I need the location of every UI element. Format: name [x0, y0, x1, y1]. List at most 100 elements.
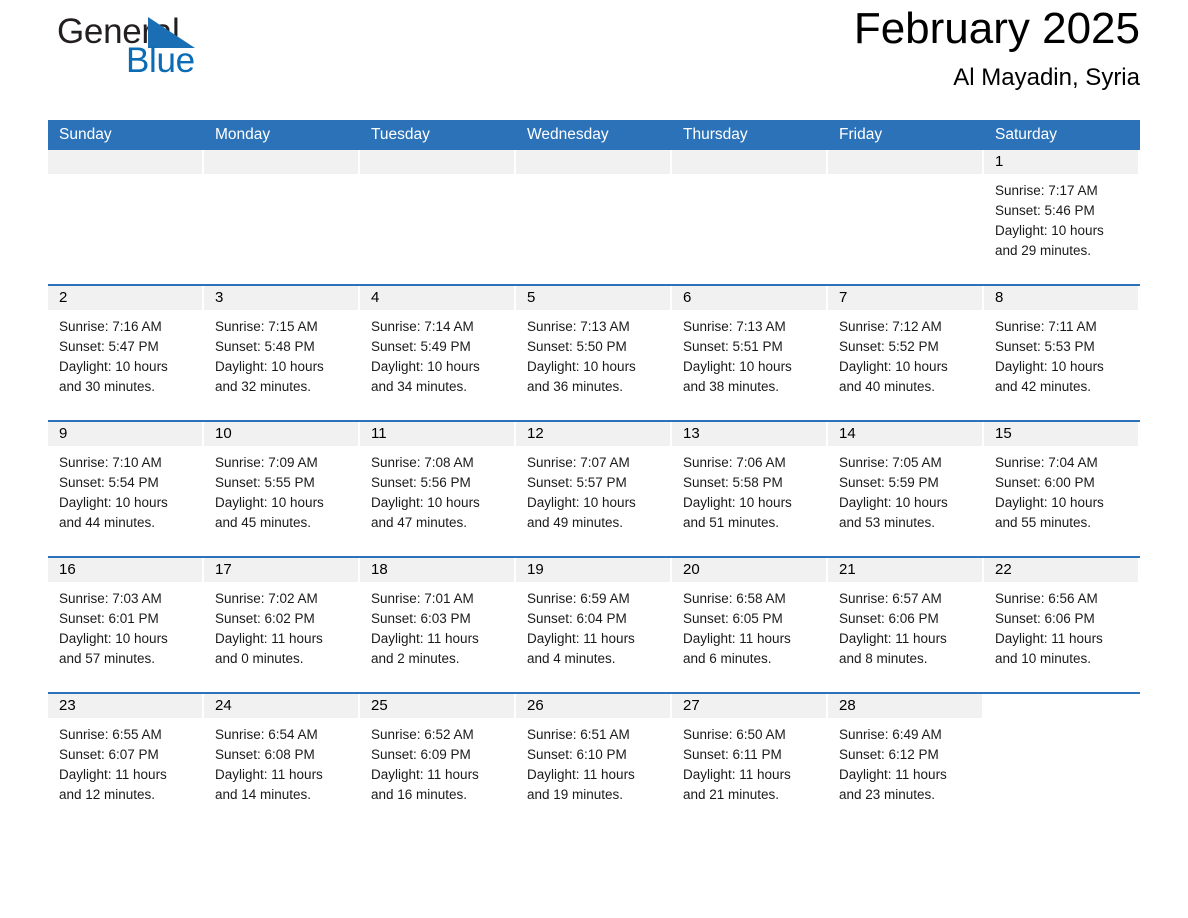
general-blue-logo[interactable]: General Blue: [48, 12, 248, 90]
sunrise-text: Sunrise: 6:57 AM: [839, 591, 942, 606]
day-number: 1: [984, 150, 1138, 174]
day-number: [360, 150, 514, 174]
calendar-week-row: 16 Sunrise: 7:03 AM Sunset: 6:01 PM Dayligh…: [48, 556, 1140, 692]
day-sun-info: Sunrise: 7:10 AM Sunset: 5:54 PM Daylight:…: [48, 446, 204, 533]
calendar-day-cell[interactable]: 3 Sunrise: 7:15 AM Sunset: 5:48 PM Daylight…: [204, 286, 360, 420]
day-sun-info: Sunrise: 7:15 AM Sunset: 5:48 PM Daylight:…: [204, 310, 360, 397]
daylight-text-line1: Daylight: 10 hours: [995, 359, 1104, 374]
calendar-day-cell[interactable]: 15 Sunrise: 7:04 AM Sunset: 6:00 PM Dayligh…: [984, 422, 1140, 556]
sunrise-text: Sunrise: 7:11 AM: [995, 319, 1097, 334]
sunrise-text: Sunrise: 7:01 AM: [371, 591, 474, 606]
daylight-text-line2: and 51 minutes.: [683, 515, 780, 530]
day-sun-info: Sunrise: 7:09 AM Sunset: 5:55 PM Daylight:…: [204, 446, 360, 533]
day-number: 18: [360, 558, 514, 582]
calendar-day-cell[interactable]: 10 Sunrise: 7:09 AM Sunset: 5:55 PM Dayligh…: [204, 422, 360, 556]
sunrise-text: Sunrise: 7:05 AM: [839, 455, 942, 470]
calendar-day-cell[interactable]: 22 Sunrise: 6:56 AM Sunset: 6:06 PM Dayligh…: [984, 558, 1140, 692]
calendar-day-cell[interactable]: 19 Sunrise: 6:59 AM Sunset: 6:04 PM Dayligh…: [516, 558, 672, 692]
daylight-text-line1: Daylight: 11 hours: [215, 631, 323, 646]
day-number: 21: [828, 558, 982, 582]
day-number: 15: [984, 422, 1138, 446]
calendar-day-cell[interactable]: 25 Sunrise: 6:52 AM Sunset: 6:09 PM Dayligh…: [360, 694, 516, 828]
calendar-day-cell[interactable]: 17 Sunrise: 7:02 AM Sunset: 6:02 PM Dayligh…: [204, 558, 360, 692]
day-number: 7: [828, 286, 982, 310]
day-sun-info: Sunrise: 6:57 AM Sunset: 6:06 PM Daylight:…: [828, 582, 984, 669]
calendar-day-cell[interactable]: 28 Sunrise: 6:49 AM Sunset: 6:12 PM Dayligh…: [828, 694, 984, 828]
sunrise-text: Sunrise: 7:13 AM: [683, 319, 786, 334]
sunrise-text: Sunrise: 6:56 AM: [995, 591, 1098, 606]
sunrise-text: Sunrise: 7:17 AM: [995, 183, 1098, 198]
sunset-text: Sunset: 6:06 PM: [839, 611, 939, 626]
daylight-text-line1: Daylight: 11 hours: [839, 631, 947, 646]
daylight-text-line2: and 14 minutes.: [215, 787, 312, 802]
day-sun-info: Sunrise: 6:51 AM Sunset: 6:10 PM Daylight:…: [516, 718, 672, 805]
calendar-day-cell[interactable]: 1 Sunrise: 7:17 AM Sunset: 5:46 PM Daylight…: [984, 150, 1140, 284]
day-sun-info: Sunrise: 7:01 AM Sunset: 6:03 PM Daylight:…: [360, 582, 516, 669]
weekday-header-thursday: Thursday: [683, 126, 748, 143]
sunrise-text: Sunrise: 7:07 AM: [527, 455, 630, 470]
calendar-day-cell[interactable]: 11 Sunrise: 7:08 AM Sunset: 5:56 PM Dayligh…: [360, 422, 516, 556]
weekday-header-wednesday: Wednesday: [527, 126, 609, 143]
sunrise-text: Sunrise: 7:09 AM: [215, 455, 318, 470]
calendar-day-cell[interactable]: 5 Sunrise: 7:13 AM Sunset: 5:50 PM Daylight…: [516, 286, 672, 420]
day-sun-info: Sunrise: 6:52 AM Sunset: 6:09 PM Daylight:…: [360, 718, 516, 805]
calendar-week-row: 2 Sunrise: 7:16 AM Sunset: 5:47 PM Daylight…: [48, 284, 1140, 420]
sunrise-text: Sunrise: 6:54 AM: [215, 727, 318, 742]
calendar-page: General Blue February 2025 Al Mayadin, S…: [0, 0, 1188, 918]
daylight-text-line2: and 38 minutes.: [683, 379, 780, 394]
daylight-text-line1: Daylight: 10 hours: [995, 495, 1104, 510]
day-number: 26: [516, 694, 670, 718]
calendar-day-cell[interactable]: 20 Sunrise: 6:58 AM Sunset: 6:05 PM Dayligh…: [672, 558, 828, 692]
day-sun-info: Sunrise: 6:56 AM Sunset: 6:06 PM Daylight:…: [984, 582, 1140, 669]
day-number: 14: [828, 422, 982, 446]
daylight-text-line1: Daylight: 10 hours: [527, 495, 636, 510]
calendar-day-cell[interactable]: 18 Sunrise: 7:01 AM Sunset: 6:03 PM Dayligh…: [360, 558, 516, 692]
calendar-day-cell[interactable]: 7 Sunrise: 7:12 AM Sunset: 5:52 PM Daylight…: [828, 286, 984, 420]
day-number: 13: [672, 422, 826, 446]
daylight-text-line2: and 21 minutes.: [683, 787, 780, 802]
calendar-day-cell[interactable]: 23 Sunrise: 6:55 AM Sunset: 6:07 PM Dayligh…: [48, 694, 204, 828]
sunrise-text: Sunrise: 6:59 AM: [527, 591, 630, 606]
sunset-text: Sunset: 5:52 PM: [839, 339, 939, 354]
calendar-day-cell[interactable]: 24 Sunrise: 6:54 AM Sunset: 6:08 PM Dayligh…: [204, 694, 360, 828]
daylight-text-line1: Daylight: 11 hours: [371, 767, 479, 782]
calendar-empty-cell: [984, 694, 1140, 828]
sunset-text: Sunset: 6:01 PM: [59, 611, 159, 626]
day-number: 2: [48, 286, 202, 310]
sunset-text: Sunset: 6:10 PM: [527, 747, 627, 762]
sunset-text: Sunset: 6:03 PM: [371, 611, 471, 626]
calendar-day-cell[interactable]: 4 Sunrise: 7:14 AM Sunset: 5:49 PM Daylight…: [360, 286, 516, 420]
day-sun-info: Sunrise: 7:03 AM Sunset: 6:01 PM Daylight:…: [48, 582, 204, 669]
day-sun-info: Sunrise: 7:05 AM Sunset: 5:59 PM Daylight:…: [828, 446, 984, 533]
calendar-day-cell[interactable]: 16 Sunrise: 7:03 AM Sunset: 6:01 PM Dayligh…: [48, 558, 204, 692]
daylight-text-line2: and 0 minutes.: [215, 651, 304, 666]
calendar-empty-cell: [516, 150, 672, 284]
location-subtitle: Al Mayadin, Syria: [953, 64, 1140, 91]
daylight-text-line2: and 55 minutes.: [995, 515, 1092, 530]
daylight-text-line1: Daylight: 10 hours: [215, 359, 324, 374]
weekday-header-tuesday: Tuesday: [371, 126, 430, 143]
calendar-day-cell[interactable]: 6 Sunrise: 7:13 AM Sunset: 5:51 PM Daylight…: [672, 286, 828, 420]
daylight-text-line2: and 10 minutes.: [995, 651, 1092, 666]
calendar-day-cell[interactable]: 26 Sunrise: 6:51 AM Sunset: 6:10 PM Dayligh…: [516, 694, 672, 828]
sunset-text: Sunset: 6:12 PM: [839, 747, 939, 762]
sunset-text: Sunset: 6:06 PM: [995, 611, 1095, 626]
weekday-header-friday: Friday: [839, 126, 883, 143]
calendar-day-cell[interactable]: 2 Sunrise: 7:16 AM Sunset: 5:47 PM Daylight…: [48, 286, 204, 420]
day-number: [48, 150, 202, 174]
sunset-text: Sunset: 5:47 PM: [59, 339, 159, 354]
daylight-text-line1: Daylight: 10 hours: [683, 359, 792, 374]
calendar-day-cell[interactable]: 8 Sunrise: 7:11 AM Sunset: 5:53 PM Daylight…: [984, 286, 1140, 420]
day-number: 23: [48, 694, 202, 718]
calendar-empty-cell: [360, 150, 516, 284]
calendar-day-cell[interactable]: 14 Sunrise: 7:05 AM Sunset: 5:59 PM Dayligh…: [828, 422, 984, 556]
weekday-header-saturday: Saturday: [995, 126, 1058, 143]
sunrise-text: Sunrise: 7:03 AM: [59, 591, 162, 606]
daylight-text-line1: Daylight: 10 hours: [995, 223, 1104, 238]
calendar-day-cell[interactable]: 12 Sunrise: 7:07 AM Sunset: 5:57 PM Dayligh…: [516, 422, 672, 556]
calendar-day-cell[interactable]: 27 Sunrise: 6:50 AM Sunset: 6:11 PM Dayligh…: [672, 694, 828, 828]
daylight-text-line2: and 2 minutes.: [371, 651, 460, 666]
calendar-day-cell[interactable]: 9 Sunrise: 7:10 AM Sunset: 5:54 PM Daylight…: [48, 422, 204, 556]
calendar-day-cell[interactable]: 13 Sunrise: 7:06 AM Sunset: 5:58 PM Dayligh…: [672, 422, 828, 556]
calendar-day-cell[interactable]: 21 Sunrise: 6:57 AM Sunset: 6:06 PM Dayligh…: [828, 558, 984, 692]
